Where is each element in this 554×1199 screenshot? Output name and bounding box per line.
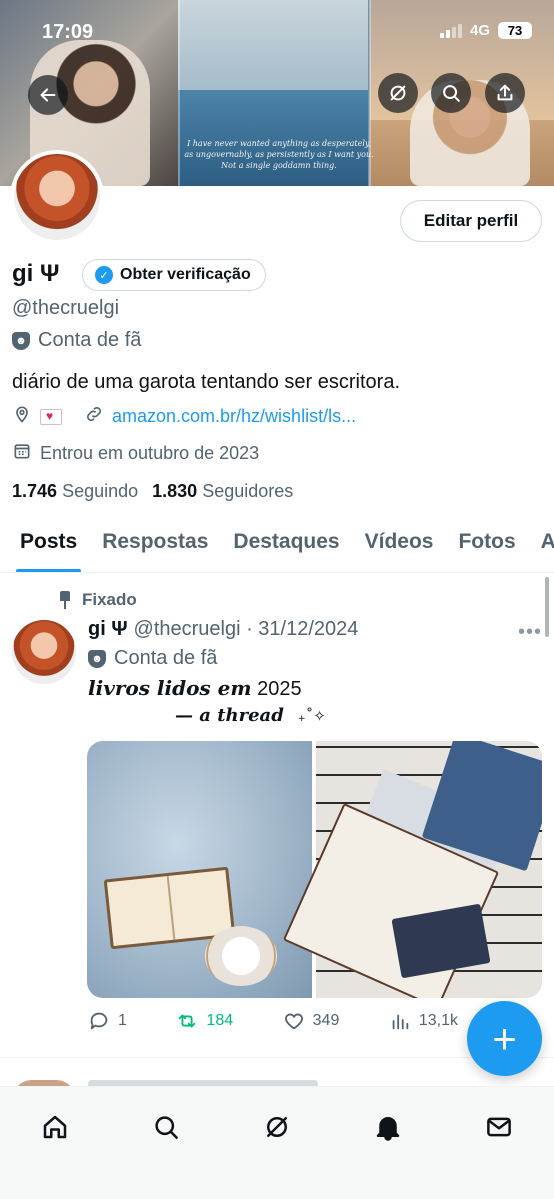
analytics-icon: [392, 1014, 409, 1030]
calendar-icon: [12, 441, 32, 466]
search-icon: [155, 1116, 179, 1139]
post-text-line1: livros lidos em 2025: [88, 676, 302, 701]
pinned-indicator: Fixado: [58, 590, 137, 610]
view-count: 13,1k: [418, 1012, 458, 1029]
profile-meta-row: amazon.com.br/hz/wishlist/ls...: [12, 404, 356, 429]
display-name: gi Ψ: [12, 260, 60, 287]
post-divider: [0, 1057, 554, 1058]
banner-divider: [178, 0, 180, 186]
profile-tabs: Posts Respostas Destaques Vídeos Fotos A: [0, 518, 554, 573]
profile-category: ☻ Conta de fã: [12, 329, 141, 352]
tab-videos[interactable]: Vídeos: [365, 518, 434, 572]
post-header: gi Ψ @thecruelgi · 31/12/2024: [88, 618, 358, 641]
post-meta: @thecruelgi · 31/12/2024: [133, 618, 359, 640]
follow-stats: 1.746 Seguindo 1.830 Seguidores: [12, 481, 293, 502]
post-avatar[interactable]: [12, 620, 76, 684]
profile-handle: @thecruelgi: [12, 297, 120, 319]
media-image-book-stack[interactable]: [282, 741, 542, 998]
post-author-name[interactable]: gi Ψ: [88, 618, 128, 641]
grok-button[interactable]: [378, 73, 418, 113]
nav-grok[interactable]: [257, 1107, 297, 1147]
nav-messages[interactable]: [479, 1107, 519, 1147]
joined-date: Entrou em outubro de 2023: [40, 443, 260, 463]
tab-highlights[interactable]: Destaques: [233, 518, 339, 572]
banner-quote: I have never wanted anything as desperat…: [184, 139, 374, 170]
network-type: 4G: [469, 22, 490, 39]
followers-count: 1.830: [152, 481, 198, 501]
edit-profile-button[interactable]: Editar perfil: [400, 200, 542, 242]
pin-icon: [58, 591, 72, 609]
post-text-year: 2025: [257, 678, 302, 700]
profile-website-link[interactable]: amazon.com.br/hz/wishlist/ls...: [112, 406, 356, 427]
nav-home[interactable]: [35, 1107, 75, 1147]
mask-icon: ☻: [88, 649, 106, 668]
battery-icon: 73: [498, 22, 532, 39]
post-text-line2: — a thread ₊˚✧: [175, 705, 326, 726]
heart-icon: [284, 1013, 303, 1030]
joined-row: Entrou em outubro de 2023: [12, 441, 259, 466]
tab-articles[interactable]: A: [541, 518, 554, 572]
profile-avatar[interactable]: [10, 150, 104, 244]
post-category: ☻ Conta de fã: [88, 647, 217, 670]
following-count: 1.746: [12, 481, 58, 501]
following-link[interactable]: 1.746 Seguindo: [12, 481, 138, 502]
get-verified-button[interactable]: ✓ Obter verificação: [82, 259, 266, 291]
grok-icon: [266, 1117, 287, 1137]
following-label: Seguindo: [62, 481, 139, 501]
share-icon: [497, 84, 513, 101]
link-icon: [84, 404, 104, 429]
get-verified-label: Obter verificação: [120, 266, 251, 283]
location-icon: [12, 404, 32, 429]
arrow-left-icon: [40, 88, 56, 102]
pinned-label: Fixado: [82, 590, 137, 609]
share-button[interactable]: [485, 73, 525, 113]
verified-badge-icon: ✓: [95, 266, 113, 284]
followers-link[interactable]: 1.830 Seguidores: [152, 481, 293, 502]
tab-posts[interactable]: Posts: [15, 518, 82, 572]
profile-category-label: Conta de fã: [38, 329, 142, 351]
reply-icon: [90, 1012, 108, 1030]
views-button[interactable]: 13,1k: [389, 1010, 458, 1032]
post-thread-label: — a thread: [175, 705, 284, 726]
like-button[interactable]: 349: [283, 1010, 340, 1032]
envelope-icon: [486, 1117, 511, 1137]
back-button[interactable]: [28, 75, 68, 115]
sparkle-text: ₊˚✧: [297, 707, 326, 725]
more-options-icon[interactable]: •••: [518, 621, 542, 644]
tab-photos[interactable]: Fotos: [458, 518, 515, 572]
post-actions: 1 184 349 13,1k: [88, 1010, 458, 1032]
repost-button[interactable]: 184: [176, 1010, 233, 1032]
profile-bio: diário de uma garota tentando ser escrit…: [12, 371, 400, 393]
post-media: [87, 741, 542, 998]
status-indicators: 4G 73: [439, 22, 532, 39]
like-count: 349: [312, 1012, 340, 1029]
tab-replies[interactable]: Respostas: [102, 518, 208, 572]
search-icon: [443, 85, 460, 102]
post-text-italic: livros lidos em: [88, 676, 252, 700]
nav-search[interactable]: [146, 1107, 186, 1147]
bell-icon: [376, 1117, 400, 1141]
search-button[interactable]: [431, 73, 471, 113]
repost-count: 184: [206, 1012, 234, 1029]
mask-icon: ☻: [12, 331, 30, 350]
coffee-cup: [205, 926, 277, 986]
compose-post-button[interactable]: +: [467, 1001, 542, 1076]
signal-icon: [439, 23, 462, 38]
nav-notifications[interactable]: [368, 1107, 408, 1147]
home-icon: [44, 1115, 67, 1139]
grok-icon: [390, 85, 406, 101]
scrollbar[interactable]: [545, 577, 549, 637]
reply-button[interactable]: 1: [88, 1010, 127, 1032]
repost-icon: [179, 1014, 196, 1028]
bottom-navigation: [0, 1086, 554, 1199]
media-image-book-bed[interactable]: [87, 741, 312, 998]
post-category-label: Conta de fã: [114, 647, 218, 669]
followers-label: Seguidores: [202, 481, 294, 501]
reply-count: 1: [118, 1012, 127, 1029]
status-time: 17:09: [42, 21, 94, 43]
love-letter-icon: [40, 408, 62, 425]
